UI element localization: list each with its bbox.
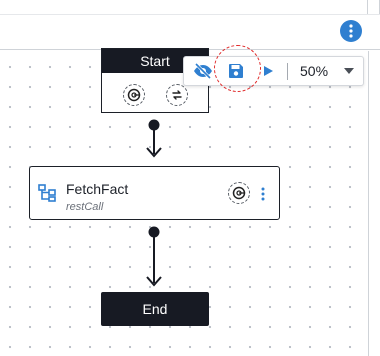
task-node[interactable]: FetchFact restCall	[29, 166, 280, 220]
swap-arrows-icon[interactable]	[166, 84, 188, 106]
more-vertical-icon[interactable]	[340, 20, 362, 42]
zoom-level[interactable]: 50%	[300, 57, 328, 85]
caret-down-icon[interactable]	[341, 57, 357, 85]
header-bar	[0, 14, 380, 50]
task-title: FetchFact	[66, 181, 129, 197]
more-vertical-icon[interactable]	[258, 186, 268, 202]
hierarchy-icon	[38, 184, 56, 202]
toolbar-divider	[287, 63, 288, 80]
api-target-icon[interactable]	[228, 182, 250, 204]
api-target-icon[interactable]	[123, 84, 145, 106]
end-node[interactable]: End	[101, 292, 209, 326]
play-icon[interactable]	[260, 57, 276, 85]
task-subtitle: restCall	[66, 201, 104, 213]
canvas-toolbar: 50%	[183, 56, 364, 86]
annotation-highlight	[214, 45, 261, 92]
eye-off-icon[interactable]	[190, 57, 216, 85]
top-strip	[0, 0, 380, 14]
